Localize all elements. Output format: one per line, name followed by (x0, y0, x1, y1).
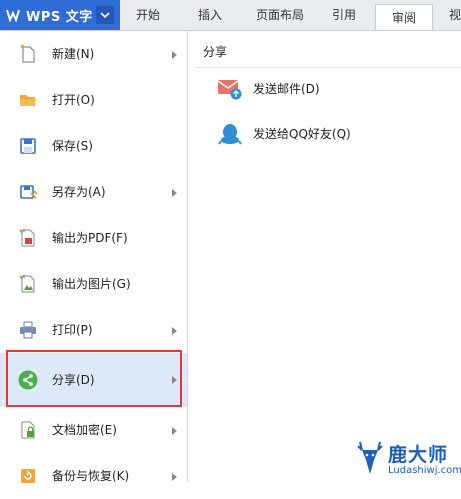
backup-icon (21, 469, 35, 483)
divider (195, 67, 461, 68)
tab-references[interactable]: 引用 (320, 0, 368, 30)
submenu-arrow-icon (172, 427, 177, 435)
top-bar: WPS 文字 开始 插入 页面布局 引用 审阅 视 (0, 0, 461, 31)
menu-item-label: 打印(P) (52, 323, 93, 337)
submenu-arrow-icon (172, 327, 177, 335)
submenu-arrow-icon (172, 473, 177, 481)
encrypt-icon (21, 421, 35, 439)
open-folder-icon (20, 95, 36, 106)
menu-item-label: 输出为PDF(F) (52, 231, 128, 245)
file-menu: 新建(N) 打开(O) 保存(S) 另存为(A) 输出为PDF(F) 输出为图片… (0, 31, 188, 483)
menu-item-export-pdf[interactable]: 输出为PDF(F) (0, 215, 187, 261)
menu-item-label: 新建(N) (52, 47, 95, 61)
panel-title: 分享 (203, 45, 228, 59)
menu-item-label: 文档加密(E) (52, 423, 117, 437)
image-export-icon (19, 275, 35, 293)
watermark-title: 鹿大师 (388, 444, 449, 466)
submenu-arrow-icon (172, 51, 177, 59)
send-qq-label: 发送给QQ好友(Q) (253, 127, 351, 141)
menu-item-label: 打开(O) (52, 93, 95, 107)
menu-item-save[interactable]: 保存(S) (0, 123, 187, 169)
watermark-url: Ludashiwj.com (388, 465, 461, 476)
menu-item-label: 备份与恢复(K) (52, 469, 130, 483)
menu-item-export-image[interactable]: 输出为图片(G) (0, 261, 187, 307)
tab-view[interactable]: 视 (440, 0, 461, 30)
tab-home[interactable]: 开始 (120, 0, 176, 30)
wps-logo-icon (6, 9, 20, 22)
send-email-label: 发送邮件(D) (253, 82, 320, 96)
highlight-box (6, 350, 182, 407)
chevron-down-icon[interactable] (96, 6, 114, 24)
save-as-icon (20, 185, 38, 199)
menu-item-label: 保存(S) (52, 139, 93, 153)
save-icon (20, 138, 36, 154)
app-title: WPS 文字 (26, 9, 93, 25)
menu-item-save-as[interactable]: 另存为(A) (0, 169, 187, 215)
tab-page-layout[interactable]: 页面布局 (244, 0, 316, 30)
send-qq-item[interactable]: 发送给QQ好友(Q) (195, 114, 461, 154)
tab-insert[interactable]: 插入 (182, 0, 238, 30)
menu-item-print[interactable]: 打印(P) (0, 307, 187, 353)
printer-icon (20, 321, 36, 339)
menu-item-encrypt[interactable]: 文档加密(E) (0, 407, 187, 453)
send-email-item[interactable]: 发送邮件(D) (195, 69, 461, 109)
menu-item-open[interactable]: 打开(O) (0, 77, 187, 123)
email-icon (217, 80, 242, 100)
tab-review[interactable]: 审阅 (375, 4, 433, 30)
submenu-arrow-icon (172, 189, 177, 197)
pdf-export-icon (19, 229, 35, 247)
qq-icon (218, 124, 242, 145)
menu-item-backup[interactable]: 备份与恢复(K) (0, 453, 187, 499)
menu-item-label: 另存为(A) (52, 185, 106, 199)
new-document-icon (20, 44, 35, 63)
app-menu-button[interactable]: WPS 文字 (0, 0, 120, 30)
deer-logo-icon (357, 441, 383, 474)
share-panel: 分享 发送邮件(D) 发送给QQ好友(Q) (195, 31, 461, 482)
watermark-logo: 鹿大师 Ludashiwj.com (354, 438, 461, 480)
menu-item-new[interactable]: 新建(N) (0, 31, 187, 77)
menu-item-label: 输出为图片(G) (52, 277, 131, 291)
